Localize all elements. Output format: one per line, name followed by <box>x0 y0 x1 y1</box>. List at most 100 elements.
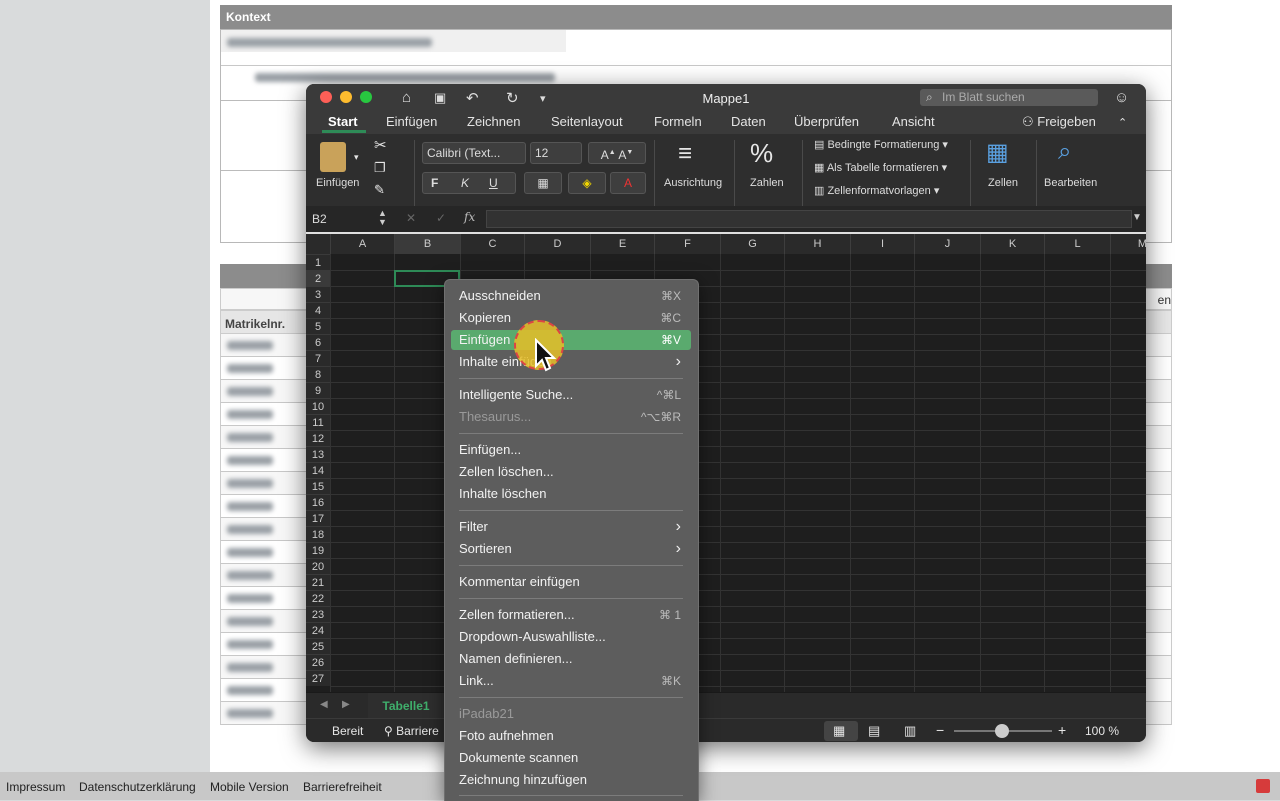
row-header-15[interactable]: 15 <box>306 478 330 494</box>
tab-zeichnen[interactable]: Zeichnen <box>467 114 520 129</box>
menu-item-cut[interactable]: Ausschneiden ⌘X <box>451 286 691 306</box>
scroll-top-icon[interactable] <box>1256 779 1270 793</box>
row-header-6[interactable]: 6 <box>306 334 330 350</box>
zoom-in-icon[interactable]: + <box>1058 722 1066 738</box>
row-header-7[interactable]: 7 <box>306 350 330 366</box>
tab-ueberpruefen[interactable]: Überprüfen <box>794 114 859 129</box>
zoom-slider-handle[interactable] <box>995 724 1009 738</box>
row-header-12[interactable]: 12 <box>306 430 330 446</box>
sheet-tab-tabelle1[interactable]: Tabelle1 <box>368 693 444 719</box>
tab-seitenlayout[interactable]: Seitenlayout <box>551 114 623 129</box>
menu-item-delete-cells[interactable]: Zellen löschen... <box>451 462 691 482</box>
row-header-16[interactable]: 16 <box>306 494 330 510</box>
font-grow-shrink-icon[interactable]: A▲ A▼ <box>588 142 646 164</box>
share-button[interactable]: ⚇ Freigeben <box>1022 114 1096 130</box>
cells-icon[interactable]: ▦ <box>986 138 1009 167</box>
format-painter-icon[interactable]: ✎ <box>374 182 385 198</box>
next-sheet-icon[interactable]: ▶ <box>342 699 350 710</box>
confirm-icon[interactable]: ✓ <box>436 211 446 225</box>
menu-item-define-name[interactable]: Namen definieren... <box>451 649 691 669</box>
menu-item-scan-documents[interactable]: Dokumente scannen <box>451 748 691 768</box>
tab-start[interactable]: Start <box>328 114 358 129</box>
row-header-4[interactable]: 4 <box>306 302 330 318</box>
align-icon[interactable]: ≡ <box>678 140 692 168</box>
menu-item-clear-contents[interactable]: Inhalte löschen <box>451 484 691 504</box>
row-header-24[interactable]: 24 <box>306 622 330 638</box>
row-header-8[interactable]: 8 <box>306 366 330 382</box>
footer-link-mobile[interactable]: Mobile Version <box>210 780 289 794</box>
row-header-5[interactable]: 5 <box>306 318 330 334</box>
row-header-26[interactable]: 26 <box>306 654 330 670</box>
sheet-search-input[interactable]: Im Blatt suchen <box>920 89 1098 106</box>
footer-link-barrierefreiheit[interactable]: Barrierefreiheit <box>303 780 382 794</box>
row-header-17[interactable]: 17 <box>306 510 330 526</box>
italic-button[interactable]: K <box>461 173 469 193</box>
row-header-18[interactable]: 18 <box>306 526 330 542</box>
font-name-select[interactable]: Calibri (Text... <box>422 142 526 164</box>
row-header-21[interactable]: 21 <box>306 574 330 590</box>
page-layout-view-icon[interactable]: ▤ <box>868 723 880 739</box>
row-header-25[interactable]: 25 <box>306 638 330 654</box>
row-header-22[interactable]: 22 <box>306 590 330 606</box>
formula-input[interactable] <box>486 210 1132 228</box>
fx-icon[interactable]: fx <box>464 210 475 224</box>
zoom-out-icon[interactable]: − <box>936 722 944 738</box>
cut-icon[interactable]: ✂ <box>374 136 387 154</box>
row-header-23[interactable]: 23 <box>306 606 330 622</box>
menu-item-paste-special[interactable]: Inhalte einfügen › <box>451 352 691 372</box>
collapse-ribbon-icon[interactable]: ⌃ <box>1118 116 1127 129</box>
account-icon[interactable]: ☺ <box>1114 89 1129 106</box>
formula-expand-icon[interactable]: ▼ <box>1132 212 1142 223</box>
row-header-20[interactable]: 20 <box>306 558 330 574</box>
menu-item-copy[interactable]: Kopieren ⌘C <box>451 308 691 328</box>
row-header-9[interactable]: 9 <box>306 382 330 398</box>
cell-styles-button[interactable]: ▥ Zellenformatvorlagen ▾ <box>814 184 939 197</box>
menu-item-sort[interactable]: Sortieren › <box>451 539 691 559</box>
prev-sheet-icon[interactable]: ◀ <box>320 699 328 710</box>
row-header-19[interactable]: 19 <box>306 542 330 558</box>
menu-item-filter[interactable]: Filter › <box>451 517 691 537</box>
tab-ansicht[interactable]: Ansicht <box>892 114 935 129</box>
footer-link-impressum[interactable]: Impressum <box>6 780 65 794</box>
row-header-11[interactable]: 11 <box>306 414 330 430</box>
tab-daten[interactable]: Daten <box>731 114 766 129</box>
row-header-27[interactable]: 27 <box>306 670 330 686</box>
menu-item-dropdown-list[interactable]: Dropdown-Auswahlliste... <box>451 627 691 647</box>
menu-item-paste[interactable]: Einfügen ⌘V <box>451 330 691 350</box>
row-header-13[interactable]: 13 <box>306 446 330 462</box>
footer-link-datenschutz[interactable]: Datenschutzerklärung <box>79 780 196 794</box>
menu-item-format-cells[interactable]: Zellen formatieren... ⌘ 1 <box>451 605 691 625</box>
spreadsheet-grid[interactable]: ABCDEFGHIJKLM 1 2 3 4 5 6 7 8 9 10 11 12 13 14 15 16 17 1… <box>306 234 1146 692</box>
bold-button[interactable]: F <box>431 173 438 193</box>
as-table-button[interactable]: ▦ Als Tabelle formatieren ▾ <box>814 161 947 174</box>
cancel-icon[interactable]: ✕ <box>406 211 416 225</box>
row-header-1[interactable]: 1 <box>306 254 330 270</box>
menu-item-link[interactable]: Link... ⌘K <box>451 671 691 691</box>
paste-dropdown-icon[interactable]: ▾ <box>354 152 359 163</box>
percent-icon[interactable]: % <box>750 138 773 169</box>
row-header-3[interactable]: 3 <box>306 286 330 302</box>
tab-formeln[interactable]: Formeln <box>654 114 702 129</box>
row-header-2[interactable]: 2 <box>306 270 330 286</box>
font-size-select[interactable]: 12 <box>530 142 582 164</box>
tab-einfuegen[interactable]: Einfügen <box>386 114 437 129</box>
row-header-10[interactable]: 10 <box>306 398 330 414</box>
row-header-14[interactable]: 14 <box>306 462 330 478</box>
menu-item-take-photo[interactable]: Foto aufnehmen <box>451 726 691 746</box>
underline-button[interactable]: U <box>489 173 498 193</box>
page-break-view-icon[interactable]: ▥ <box>904 723 916 739</box>
paste-icon[interactable] <box>320 142 346 172</box>
namebox-stepper-icon[interactable]: ▲ ▼ <box>378 209 387 227</box>
menu-item-insert-comment[interactable]: Kommentar einfügen <box>451 572 691 592</box>
menu-item-smart-lookup[interactable]: Intelligente Suche... ^⌘L <box>451 385 691 405</box>
fill-color-icon[interactable]: ◈ <box>568 172 606 194</box>
font-color-icon[interactable]: A <box>610 172 646 194</box>
edit-icon[interactable]: ⌕ <box>1058 138 1071 166</box>
cond-format-button[interactable]: ▤ Bedingte Formatierung ▾ <box>814 138 948 151</box>
menu-item-add-sketch[interactable]: Zeichnung hinzufügen <box>451 770 691 790</box>
menu-item-insert[interactable]: Einfügen... <box>451 440 691 460</box>
copy-icon[interactable]: ❐ <box>374 160 386 176</box>
accessibility-status[interactable]: ⚲ Barriere <box>384 724 439 738</box>
normal-view-icon[interactable]: ▦ <box>833 723 845 739</box>
borders-icon[interactable]: ▦ <box>524 172 562 194</box>
